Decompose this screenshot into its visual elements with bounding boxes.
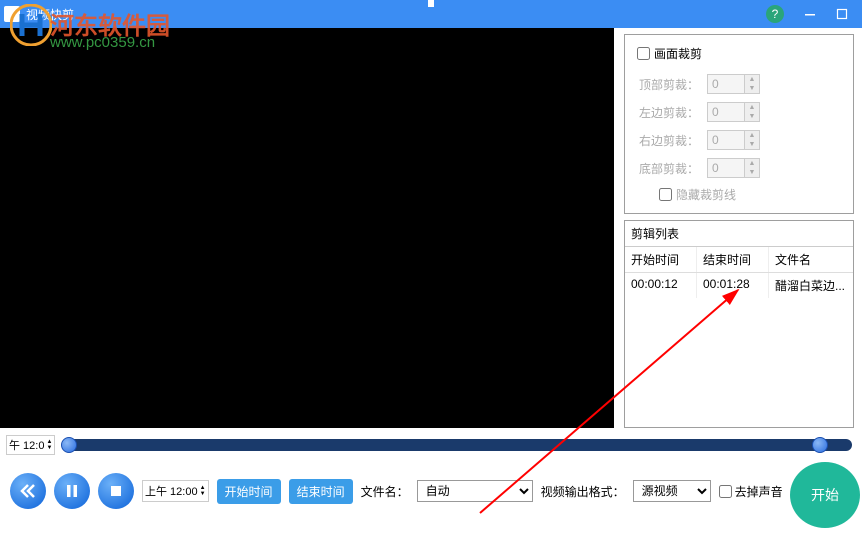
- format-label: 视频输出格式：: [541, 483, 625, 500]
- chevron-up-icon[interactable]: ▲: [745, 159, 759, 168]
- maximize-button[interactable]: [826, 2, 858, 26]
- crop-top-label: 顶部剪裁：: [637, 76, 699, 93]
- app-title: 视频快剪: [26, 6, 74, 23]
- timeline-handle-start[interactable]: [61, 437, 77, 453]
- help-button[interactable]: ?: [766, 5, 784, 23]
- timeline-handle-end[interactable]: [812, 437, 828, 453]
- minimize-button[interactable]: [794, 2, 826, 26]
- filename-label: 文件名：: [361, 483, 409, 500]
- chevron-down-icon[interactable]: ▼: [745, 168, 759, 177]
- timeline: 午 12:0 ▲▼: [0, 434, 862, 456]
- filename-select[interactable]: 自动: [417, 480, 533, 502]
- crop-bottom-stepper[interactable]: 0 ▲▼: [707, 158, 760, 178]
- hide-crop-label: 隐藏裁剪线: [676, 186, 736, 203]
- chevron-up-icon[interactable]: ▲: [745, 75, 759, 84]
- stop-button[interactable]: [98, 473, 134, 509]
- edit-list-panel: 剪辑列表 开始时间 结束时间 文件名 00:00:12 00:01:28 醋溜白…: [624, 220, 854, 428]
- rewind-button[interactable]: [10, 473, 46, 509]
- time-input[interactable]: 上午 12:00 ▲▼: [142, 480, 209, 502]
- mute-label: 去掉声音: [735, 483, 783, 500]
- table-row[interactable]: 00:00:12 00:01:28 醋溜白菜边...: [625, 273, 853, 298]
- start-button[interactable]: 开始: [790, 462, 860, 528]
- mark-start-button[interactable]: 开始时间: [217, 479, 281, 504]
- table-header: 开始时间 结束时间 文件名: [625, 247, 853, 273]
- chevron-down-icon[interactable]: ▼: [745, 84, 759, 93]
- crop-left-stepper[interactable]: 0 ▲▼: [707, 102, 760, 122]
- crop-enable-checkbox[interactable]: [637, 47, 650, 60]
- hide-crop-line-checkbox[interactable]: [659, 188, 672, 201]
- header-file: 文件名: [769, 247, 853, 272]
- pause-button[interactable]: [54, 473, 90, 509]
- video-preview[interactable]: [0, 28, 614, 428]
- mute-checkbox[interactable]: [719, 485, 732, 498]
- timeline-left-time[interactable]: 午 12:0 ▲▼: [6, 435, 55, 455]
- header-start: 开始时间: [625, 247, 697, 272]
- timeline-track[interactable]: [65, 439, 852, 451]
- chevron-down-icon[interactable]: ▼: [745, 140, 759, 149]
- mark-end-button[interactable]: 结束时间: [289, 479, 353, 504]
- crop-right-label: 右边剪裁：: [637, 132, 699, 149]
- chevron-down-icon[interactable]: ▼: [745, 112, 759, 121]
- chevron-down-icon[interactable]: ▼: [46, 445, 52, 451]
- crop-panel: 画面裁剪 顶部剪裁： 0 ▲▼ 左边剪裁： 0 ▲▼ 右边剪裁： 0: [624, 34, 854, 214]
- cell-end: 00:01:28: [697, 273, 769, 298]
- controls-bar: 上午 12:00 ▲▼ 开始时间 结束时间 文件名： 自动 视频输出格式： 源视…: [0, 456, 862, 526]
- crop-top-stepper[interactable]: 0 ▲▼: [707, 74, 760, 94]
- edit-list-title: 剪辑列表: [625, 221, 853, 247]
- app-icon: [4, 6, 20, 22]
- header-end: 结束时间: [697, 247, 769, 272]
- cell-file: 醋溜白菜边...: [769, 273, 853, 298]
- top-marker: [428, 0, 434, 7]
- chevron-up-icon[interactable]: ▲: [745, 131, 759, 140]
- crop-right-stepper[interactable]: 0 ▲▼: [707, 130, 760, 150]
- chevron-up-icon[interactable]: ▲: [745, 103, 759, 112]
- crop-bottom-label: 底部剪裁：: [637, 160, 699, 177]
- format-select[interactable]: 源视频: [633, 480, 711, 502]
- cell-start: 00:00:12: [625, 273, 697, 298]
- crop-header-label: 画面裁剪: [654, 45, 702, 62]
- crop-left-label: 左边剪裁：: [637, 104, 699, 121]
- chevron-down-icon[interactable]: ▼: [200, 491, 206, 497]
